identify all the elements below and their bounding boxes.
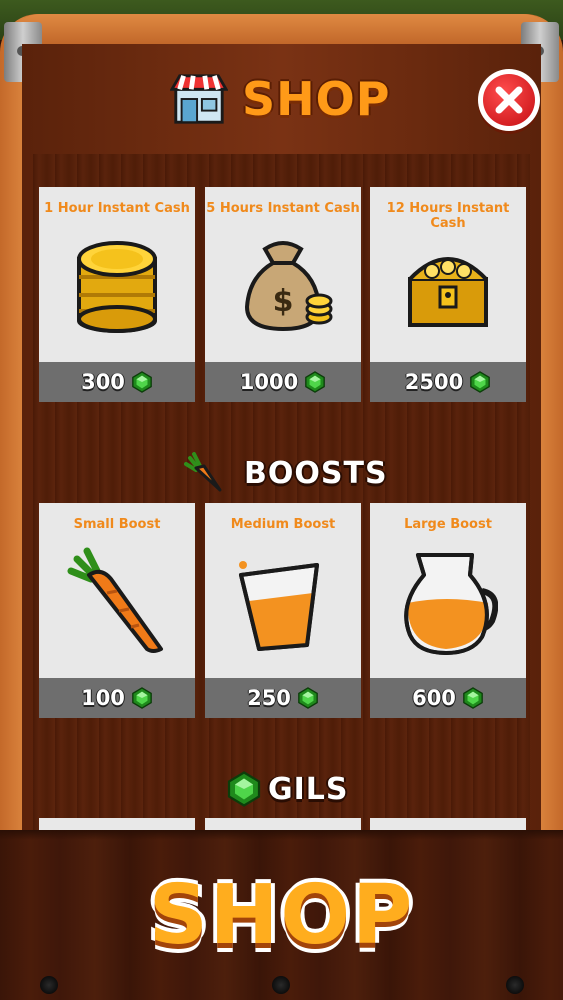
item-name: Small Boost <box>73 517 161 532</box>
price-bar: 250 <box>205 678 361 718</box>
green-gem-icon <box>297 687 319 709</box>
item-price: 600 <box>412 686 456 710</box>
item-price: 250 <box>247 686 291 710</box>
green-gem-icon <box>469 371 491 393</box>
item-price: 1000 <box>239 370 299 394</box>
juice-pitcher-icon <box>404 553 498 655</box>
treasure-chest-icon <box>408 257 488 327</box>
item-name: 12 Hours Instant Cash <box>386 201 510 231</box>
item-price: 2500 <box>404 370 464 394</box>
svg-text:$: $ <box>273 284 294 319</box>
item-name: Large Boost <box>404 517 492 532</box>
boosts-label: BOOSTS <box>244 455 388 491</box>
gils-label: GILS <box>268 771 349 807</box>
price-bar: 600 <box>370 678 526 718</box>
nail-icon <box>272 976 290 994</box>
money-bag-icon: $ <box>244 241 333 332</box>
gold-coin-stack-icon <box>77 241 157 333</box>
item-card-large-boost[interactable]: Large Boost 600 <box>370 503 526 718</box>
storefront-icon <box>170 74 228 124</box>
green-gem-icon <box>131 687 153 709</box>
item-card-medium-boost[interactable]: Medium Boost 250 <box>205 503 361 718</box>
price-bar: 100 <box>39 678 195 718</box>
price-bar: 300 <box>39 362 195 402</box>
juice-glass-icon <box>239 561 319 651</box>
gils-card-3[interactable] <box>370 818 526 830</box>
item-name: Medium Boost <box>230 517 336 532</box>
green-gem-icon <box>462 687 484 709</box>
boosts-section-header: BOOSTS <box>184 452 388 494</box>
price-bar: 1000 <box>205 362 361 402</box>
close-x-icon <box>483 74 535 126</box>
green-gem-icon <box>226 770 262 808</box>
item-name: 1 Hour Instant Cash <box>44 201 190 216</box>
green-gem-icon <box>304 371 326 393</box>
footer-shop-title: SHOP <box>148 868 415 963</box>
item-price: 100 <box>81 686 125 710</box>
close-button[interactable] <box>478 69 540 131</box>
shop-title: SHOP <box>242 72 391 126</box>
item-price: 300 <box>81 370 125 394</box>
gils-card-2[interactable] <box>205 818 361 830</box>
price-bar: 2500 <box>370 362 526 402</box>
item-card-12-hours-cash[interactable]: 12 Hours Instant Cash 2500 <box>370 187 526 402</box>
item-card-small-boost[interactable]: Small Boost 100 <box>39 503 195 718</box>
gils-section-header: GILS <box>226 770 349 808</box>
item-card-5-hours-cash[interactable]: 5 Hours Instant Cash $ 1000 <box>205 187 361 402</box>
nail-icon <box>40 976 58 994</box>
item-name: 5 Hours Instant Cash <box>206 201 360 216</box>
gils-card-1[interactable] <box>39 818 195 830</box>
green-gem-icon <box>131 371 153 393</box>
nail-icon <box>506 976 524 994</box>
item-card-1-hour-cash[interactable]: 1 Hour Instant Cash 300 <box>39 187 195 402</box>
carrot-icon <box>67 547 163 653</box>
carrot-icon <box>184 452 222 492</box>
